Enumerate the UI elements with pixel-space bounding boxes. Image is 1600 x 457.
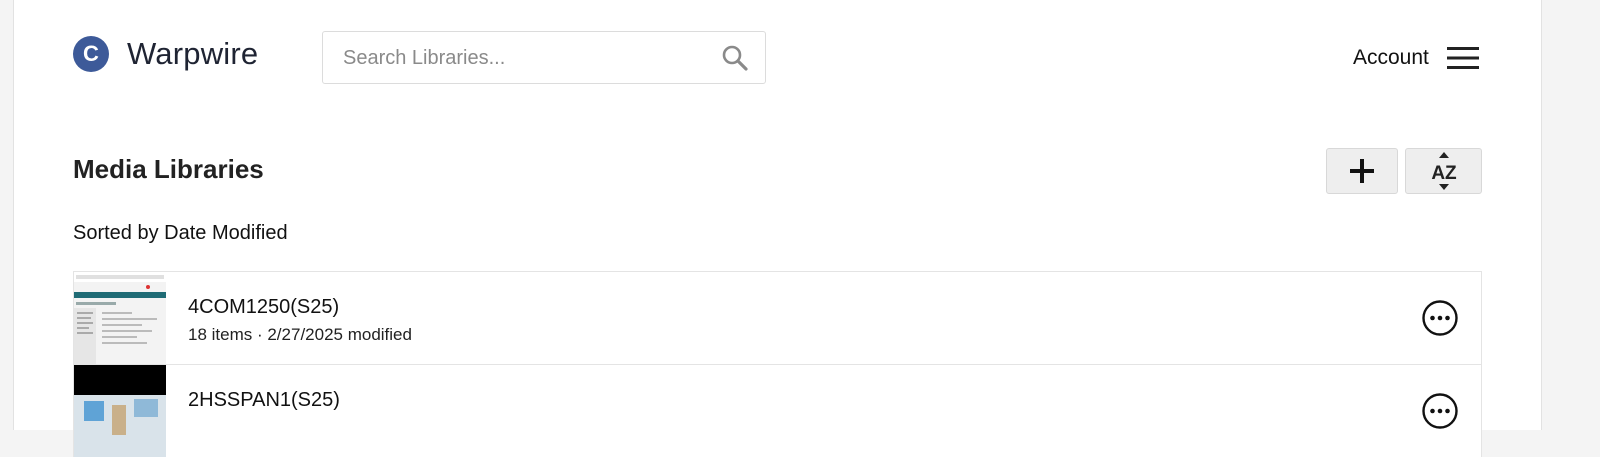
- brand-logo[interactable]: C Warpwire: [73, 36, 258, 72]
- library-list: 4COM1250(S25) 18 items · 2/27/2025 modif…: [73, 271, 1482, 457]
- account-label[interactable]: Account: [1353, 46, 1429, 70]
- more-options-icon[interactable]: [1421, 299, 1459, 337]
- more-options-icon[interactable]: [1421, 392, 1459, 430]
- plus-icon: [1350, 159, 1374, 183]
- sort-az-icon: AZ: [1431, 152, 1457, 190]
- sort-description: Sorted by Date Modified: [73, 222, 288, 244]
- library-thumbnail[interactable]: [74, 272, 166, 364]
- library-row[interactable]: 2HSSPAN1(S25): [73, 364, 1482, 457]
- page-title: Media Libraries: [73, 154, 264, 184]
- hamburger-menu-icon[interactable]: [1446, 46, 1479, 70]
- search-icon[interactable]: [721, 44, 749, 72]
- brand-name: Warpwire: [127, 36, 259, 71]
- library-name[interactable]: 4COM1250(S25): [188, 296, 339, 319]
- library-meta: 18 items · 2/27/2025 modified: [188, 325, 412, 344]
- library-thumbnail[interactable]: [74, 365, 166, 457]
- library-row[interactable]: 4COM1250(S25) 18 items · 2/27/2025 modif…: [73, 271, 1482, 364]
- account-menu[interactable]: Account: [1353, 46, 1479, 70]
- logo-mark-icon: C: [73, 36, 109, 72]
- sort-button[interactable]: AZ: [1405, 148, 1482, 194]
- sort-az-text: AZ: [1431, 163, 1457, 184]
- search-box: [322, 31, 766, 85]
- search-input[interactable]: [323, 32, 735, 85]
- library-name[interactable]: 2HSSPAN1(S25): [188, 389, 340, 412]
- add-library-button[interactable]: [1326, 148, 1398, 194]
